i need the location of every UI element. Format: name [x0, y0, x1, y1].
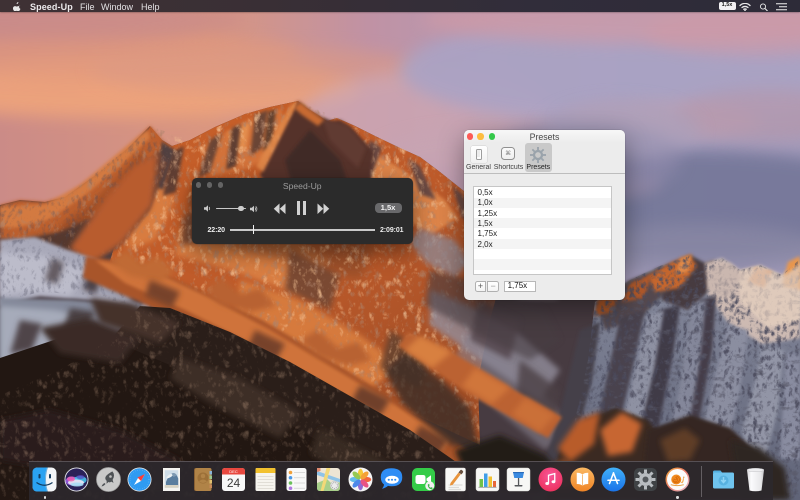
svg-text:DEC: DEC: [229, 469, 238, 474]
svg-text:24: 24: [227, 476, 241, 490]
